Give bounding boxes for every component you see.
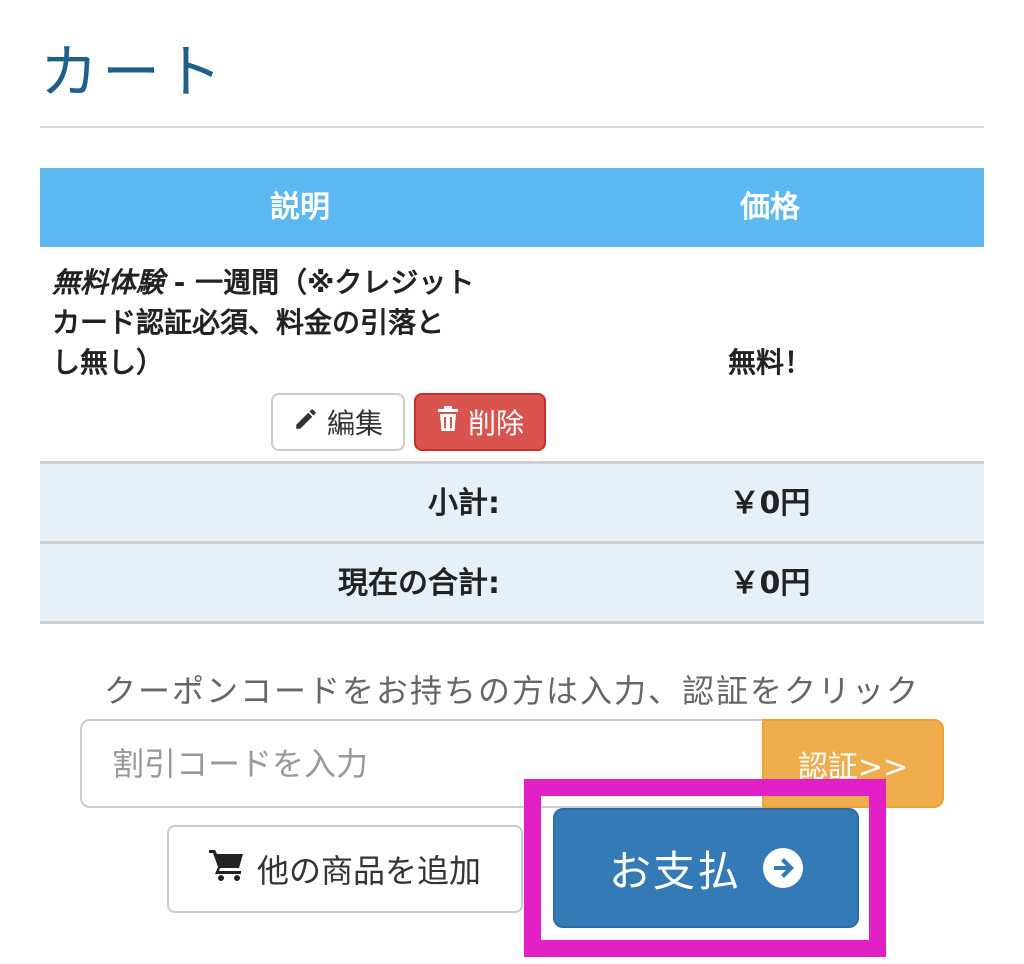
arrow-circle-right-icon [763,848,803,888]
title-divider [40,126,984,128]
delete-button[interactable]: 削除 [414,393,546,451]
subtotal-value: ￥0円 [729,486,811,521]
item-desc-line1: 一週間（※クレジット [195,266,475,299]
coupon-hint: クーポンコードをお持ちの方は入力、認証をクリック [103,672,920,710]
item-price: 無料！ [727,346,812,379]
cart-item-row: 無料体験 - 一週間（※クレジット カード認証必須、料金の引落と し無し） 無料… [40,247,984,464]
delete-label: 削除 [467,407,524,440]
item-separator: - [164,266,196,299]
header-description: 説明 [270,190,330,225]
item-desc-line3: し無し） [52,346,165,379]
item-desc-line2: カード認証必須、料金の引落と [52,306,445,339]
subtotal-row: 小計: ￥0円 [40,464,984,544]
edit-button[interactable]: 編集 [271,393,405,451]
total-label: 現在の合計: [338,566,500,601]
total-row: 現在の合計: ￥0円 [40,544,984,624]
checkout-button[interactable]: お支払 [553,808,859,928]
page-title: カート [40,38,227,106]
item-name: 無料体験 [52,266,165,299]
subtotal-label: 小計: [428,486,500,521]
trash-icon [436,405,460,439]
add-products-label: 他の商品を追加 [256,852,481,890]
cart-icon [208,848,245,890]
checkout-label: お支払 [608,846,741,896]
table-header: 説明 価格 [40,168,984,247]
edit-label: 編集 [326,407,383,440]
total-value: ￥0円 [729,566,811,601]
add-products-button[interactable]: 他の商品を追加 [167,825,523,913]
item-description: 無料体験 - 一週間（※クレジット カード認証必須、料金の引落と し無し） [52,263,552,383]
header-price: 価格 [740,190,800,225]
cart-table: 説明 価格 無料体験 - 一週間（※クレジット カード認証必須、料金の引落と し… [40,168,984,624]
pencil-icon [293,406,319,439]
